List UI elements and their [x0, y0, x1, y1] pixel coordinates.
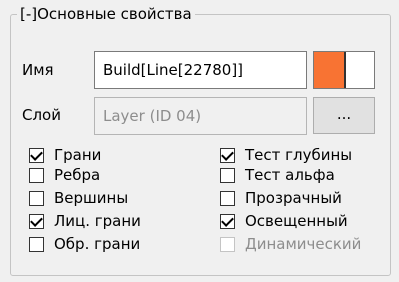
primary-color-swatch [314, 52, 344, 88]
checkbox-box[interactable] [29, 147, 44, 163]
checkbox-label: Лиц. грани [54, 212, 141, 230]
name-field[interactable]: Build[Line[22780]] [94, 51, 307, 89]
checkbox-label: Тест глубины [245, 146, 353, 164]
checkbox-lit[interactable]: Освещенный [220, 212, 348, 230]
group-title-toggle[interactable]: [-]Основные свойства [17, 5, 195, 23]
checkbox-box[interactable] [220, 213, 235, 229]
checkbox-front-faces[interactable]: Лиц. грани [29, 212, 141, 230]
checkbox-vertices[interactable]: Вершины [29, 189, 128, 207]
layer-browse-button[interactable]: ... [313, 97, 375, 134]
checkbox-label: Прозрачный [245, 189, 342, 207]
checkbox-box[interactable] [29, 190, 44, 206]
checkbox-label: Тест альфа [245, 166, 335, 184]
checkbox-label: Грани [54, 146, 102, 164]
checkbox-label: Вершины [54, 189, 129, 207]
checkbox-box[interactable] [220, 236, 235, 252]
checkbox-alpha-test[interactable]: Тест альфа [220, 166, 335, 184]
secondary-color-swatch [344, 52, 374, 88]
checkbox-depth-test[interactable]: Тест глубины [220, 146, 352, 164]
checkbox-back-faces[interactable]: Обр. грани [29, 235, 140, 253]
checkbox-faces[interactable]: Грани [29, 146, 101, 164]
checkbox-edges[interactable]: Ребра [29, 166, 100, 184]
checkbox-label: Ребра [54, 166, 101, 184]
layer-field[interactable]: Layer (ID 04) [94, 97, 307, 135]
checkbox-dynamic[interactable]: Динамический [220, 235, 361, 253]
checkbox-box[interactable] [29, 236, 44, 252]
checkbox-transparent[interactable]: Прозрачный [220, 189, 342, 207]
checkbox-label: Динамический [245, 235, 362, 253]
checkbox-label: Освещенный [245, 212, 348, 230]
color-picker-button[interactable] [313, 51, 375, 89]
checkbox-label: Обр. грани [54, 235, 141, 253]
layer-label: Слой [22, 106, 61, 124]
checkbox-box[interactable] [220, 167, 235, 183]
checkbox-box[interactable] [29, 167, 44, 183]
checkbox-box[interactable] [220, 190, 235, 206]
checkbox-box[interactable] [29, 213, 44, 229]
checkbox-box[interactable] [220, 147, 235, 163]
name-label: Имя [22, 61, 54, 79]
